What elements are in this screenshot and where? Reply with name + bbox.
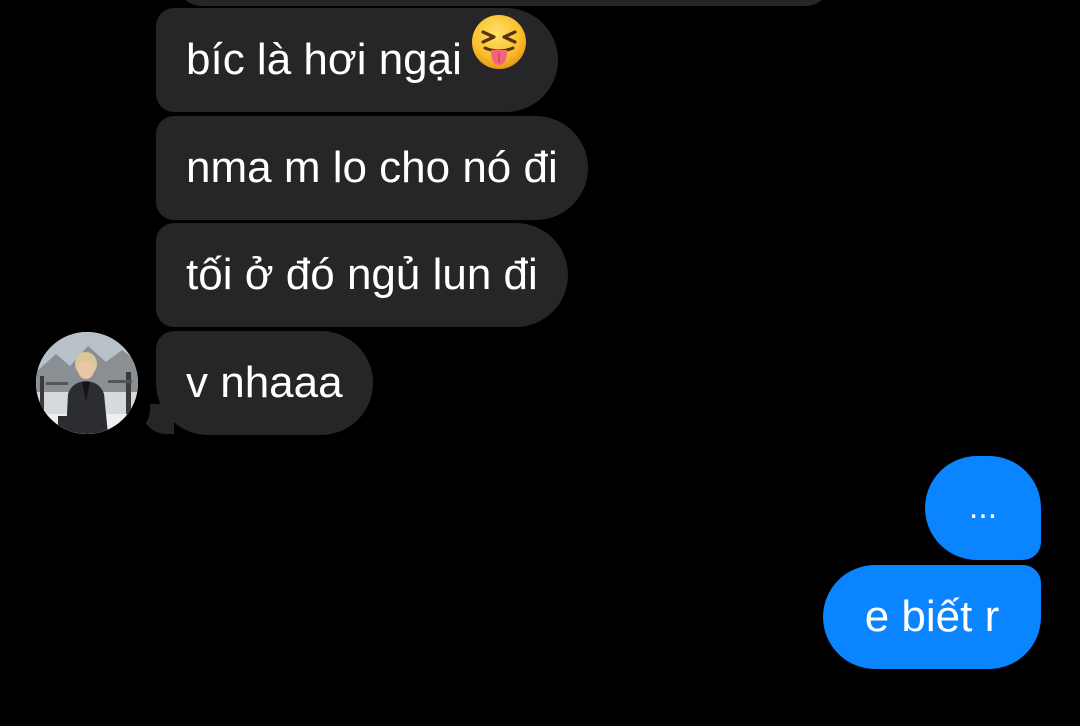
message-text: ... <box>968 488 998 526</box>
squinting-face-with-tongue-icon <box>470 5 528 109</box>
sent-message[interactable]: e biết r <box>823 565 1041 669</box>
chat-thread: bíc là hơi ngại nma m lo cho nó đi tối ở… <box>0 0 1080 726</box>
received-message[interactable]: v nhaaa <box>156 331 373 435</box>
received-message[interactable]: nma m lo cho nó đi <box>156 116 588 220</box>
message-text: tối ở đó ngủ lun đi <box>186 250 538 299</box>
received-message[interactable]: tối ở đó ngủ lun đi <box>156 223 568 327</box>
message-text: bíc là hơi ngại <box>186 35 462 84</box>
contact-avatar-photo-icon <box>36 332 138 434</box>
message-text: e biết r <box>864 592 1000 641</box>
message-text: nma m lo cho nó đi <box>186 143 558 192</box>
message-text: v nhaaa <box>186 358 343 407</box>
sent-message[interactable]: ... <box>925 456 1041 560</box>
contact-avatar[interactable] <box>36 332 138 434</box>
received-message[interactable]: bíc là hơi ngại <box>156 8 558 112</box>
